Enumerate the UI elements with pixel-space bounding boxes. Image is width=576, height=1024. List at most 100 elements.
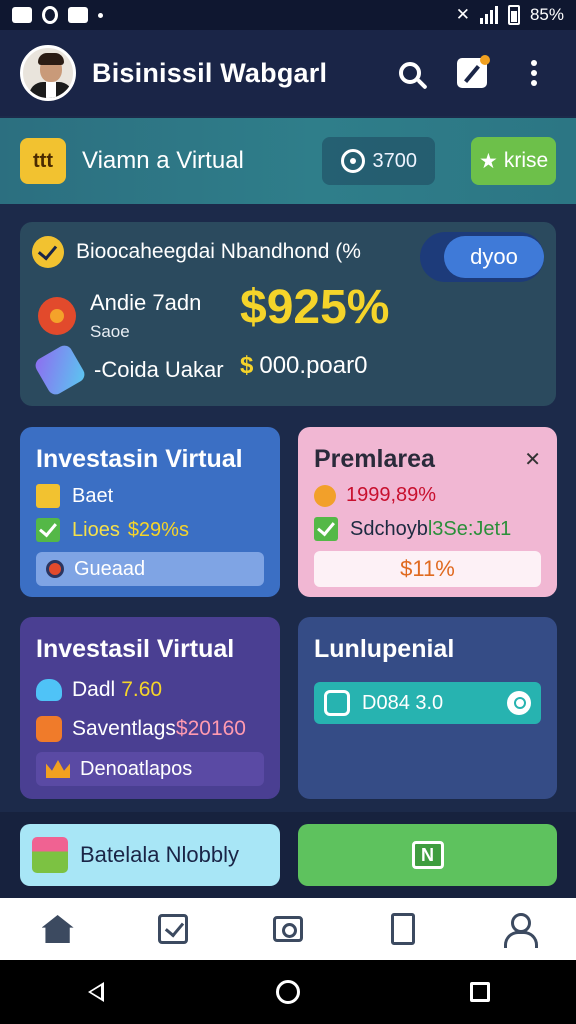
- banner-title: Viamn a Virtual: [82, 147, 244, 174]
- card-line-value: l3Se:Jet1: [427, 517, 512, 540]
- wallet-label: -Coida Uakar: [94, 357, 224, 382]
- more-vert-icon: [531, 60, 537, 86]
- box-icon: [36, 484, 60, 508]
- cloud-icon: [36, 679, 62, 701]
- recents-icon: [470, 982, 490, 1002]
- edit-tool-icon: [457, 55, 490, 88]
- search-icon: [399, 62, 421, 84]
- card-line: Baet: [36, 484, 264, 508]
- nav-document[interactable]: [373, 904, 433, 954]
- crown-icon: [46, 760, 70, 778]
- monitor-icon: N: [411, 841, 444, 869]
- card-line: Dadl 7.60: [36, 678, 264, 702]
- profile-icon: [503, 913, 539, 948]
- banner-value-chip[interactable]: 3700: [322, 137, 436, 185]
- card-bar-left: D084 3.0: [324, 690, 443, 716]
- banner-chip-value: 3700: [372, 149, 418, 172]
- circle-home-icon: [276, 980, 300, 1004]
- tag-icon: [36, 716, 62, 742]
- close-icon[interactable]: ✕: [524, 447, 541, 472]
- record-icon: [38, 297, 76, 335]
- primary-action-button[interactable]: N: [298, 824, 557, 886]
- app-title: Bisinissil Wabgarl: [92, 57, 328, 88]
- status-left: [12, 6, 103, 24]
- banner-action-button[interactable]: ★ krise: [471, 137, 556, 185]
- card-line-label: Lioes: [72, 518, 120, 541]
- flower-icon: [314, 484, 336, 507]
- document-icon: [391, 913, 416, 945]
- back-icon: [88, 982, 104, 1002]
- coin-icon: [340, 149, 365, 173]
- card-input-value: Gueaad: [74, 557, 146, 580]
- currency-symbol: $: [240, 352, 254, 379]
- pin-icon: [46, 560, 64, 578]
- investment-card-blue[interactable]: Investasin Virtual Baet Lioes $29%s Guea…: [20, 427, 280, 597]
- system-recents-button[interactable]: [455, 967, 505, 1017]
- gift-action-label: Batelala Nlobbly: [80, 842, 239, 867]
- person-sub: Saoe: [90, 322, 130, 341]
- notification-icon: [12, 7, 32, 23]
- card-line: Saventlags $20160: [36, 716, 264, 742]
- star-icon: ★: [479, 149, 498, 173]
- summary-toggle[interactable]: dyoo: [420, 232, 544, 282]
- mute-icon: ✕: [455, 5, 470, 24]
- search-button[interactable]: [388, 51, 432, 95]
- card-line-value: $20160: [175, 717, 246, 740]
- card-line-label: Sdchoyb: [350, 517, 428, 540]
- message-icon: [68, 7, 88, 23]
- card-line-label: Saventlags: [72, 717, 176, 740]
- nav-tasks[interactable]: [143, 904, 203, 954]
- system-back-button[interactable]: [71, 967, 121, 1017]
- investment-card-purple[interactable]: Investasil Virtual Dadl 7.60 Saventlags …: [20, 617, 280, 799]
- card-bar-label: Denoatlapos: [80, 757, 193, 780]
- refresh-icon: [507, 691, 531, 715]
- gift-action-button[interactable]: Batelala Nlobbly: [20, 824, 280, 886]
- avatar[interactable]: [20, 45, 76, 101]
- system-home-button[interactable]: [263, 967, 313, 1017]
- check-icon: [36, 518, 60, 542]
- tasks-icon: [157, 914, 188, 944]
- shield-icon: [324, 690, 350, 716]
- gift-icon: [32, 837, 68, 873]
- banner: ttt Viamn a Virtual 3700 ★ krise: [0, 118, 576, 204]
- summary-heading: Bioocaheegdai Nbandhond (%: [76, 240, 361, 263]
- card-bar-value: D084 3.0: [362, 691, 444, 714]
- card-navy[interactable]: Lunlupenial D084 3.0: [298, 617, 557, 799]
- card-line-value: $29%s: [127, 518, 189, 541]
- card-title: Investasil Virtual: [36, 635, 235, 663]
- card-line-value: 7.60: [121, 678, 163, 701]
- banner-button-label: krise: [503, 149, 549, 172]
- home-icon: [41, 915, 74, 943]
- card-title: Premlarea: [314, 445, 435, 473]
- dot-icon: [98, 12, 103, 18]
- premium-card-pink[interactable]: Premlarea ✕ 1999,89% Sdchoyb l3Se:Jet1 $…: [298, 427, 557, 597]
- big-value: $925%: [240, 281, 390, 334]
- system-nav: [0, 960, 576, 1024]
- edit-tool-button[interactable]: [450, 51, 494, 95]
- phone-icon: [32, 342, 88, 398]
- nav-profile[interactable]: [488, 904, 548, 954]
- nav-home[interactable]: [28, 904, 88, 954]
- card-value-box[interactable]: $11%: [314, 551, 541, 587]
- card-input[interactable]: Gueaad: [36, 552, 264, 586]
- sync-icon: [42, 6, 58, 24]
- card-title: Lunlupenial: [314, 635, 455, 663]
- card-line-text: 1999,89%: [346, 484, 437, 506]
- app-header: Bisinissil Wabgarl: [0, 30, 576, 116]
- card-title: Investasin Virtual: [36, 445, 243, 473]
- more-options-button[interactable]: [512, 51, 556, 95]
- status-bar: ✕ 85%: [0, 0, 576, 30]
- card-bar[interactable]: D084 3.0: [314, 682, 541, 724]
- battery-text: 85%: [529, 5, 564, 24]
- wallet-row: -Coida Uakar: [32, 342, 224, 398]
- nav-camera[interactable]: [258, 904, 318, 954]
- card-line: 1999,89%: [314, 484, 541, 507]
- status-right: ✕ 85%: [456, 5, 564, 25]
- card-bar[interactable]: Denoatlapos: [36, 752, 264, 786]
- signal-icon: [479, 6, 498, 24]
- card-line: Lioes $29%s: [36, 518, 264, 542]
- check-icon: [314, 517, 338, 541]
- summary-heading-row: Bioocaheegdai Nbandhond (%: [32, 236, 361, 268]
- summary-card: Bioocaheegdai Nbandhond (% dyoo Andie 7a…: [20, 222, 556, 406]
- camera-icon: [272, 916, 303, 942]
